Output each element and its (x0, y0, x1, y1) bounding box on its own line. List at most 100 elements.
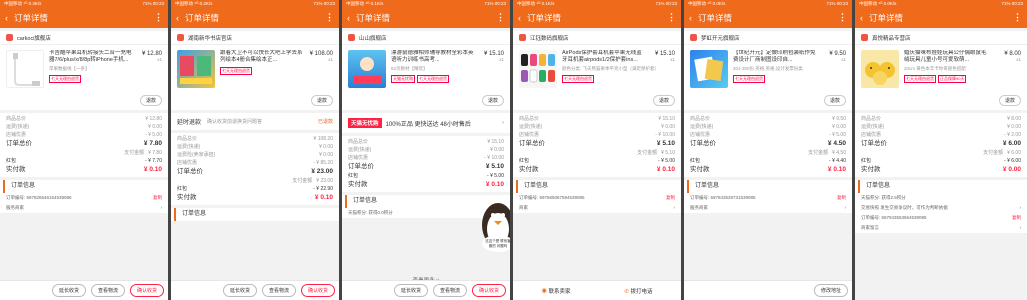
order-total-line: 订单总价 ¥ 23.00 (177, 167, 333, 177)
more-icon[interactable]: ⋮ (838, 12, 847, 23)
order-total-line: 订单总价 ¥ 7.80 (6, 139, 162, 149)
confirm-receipt-button[interactable]: 确认收货 (129, 284, 164, 297)
goods-item[interactable]: 卡吉酷苹果耳机转接头二合一充电器7/6/plus/x/8/8p转iPhone手机… (0, 45, 168, 93)
extra-row[interactable]: 商家留言 › (855, 223, 1027, 233)
back-icon[interactable]: ‹ (689, 13, 692, 23)
snapshot-row[interactable]: 交易快照 发生交易争议时，可作为判断依据 › (855, 203, 1027, 213)
red-packet-line: 红包 - ¥ 5.00 (519, 157, 675, 165)
goods-item[interactable]: 婚庆猫咪布娃娃玩具公仔偶眼鼠毛绒玩具儿童小号可爱软萌... 20cm 黄色本丰卡… (855, 45, 1027, 93)
copy-button[interactable]: 复制 (666, 193, 675, 203)
summary-line: 运费险(卖家承担) ¥ 0.00 (177, 151, 333, 159)
extra-row[interactable]: 商家 › (513, 203, 681, 213)
line-label: 店铺优惠 (519, 132, 540, 138)
more-icon[interactable]: ⋮ (496, 12, 505, 23)
copy-button[interactable]: 复制 (837, 193, 846, 203)
shop-row[interactable]: 梦虹开元旗舰店 (684, 31, 852, 45)
shop-name: 江钰数码旗舰店 (530, 35, 569, 42)
view-logistics-button[interactable]: 查看物流 (432, 284, 467, 297)
points-value: 获得0.0积分 (368, 210, 393, 215)
confirm-receipt-button[interactable]: 确认收货 (471, 284, 506, 297)
view-logistics-button[interactable]: 查看物流 (90, 284, 125, 297)
shop-row[interactable]: 山山旗舰店 (342, 31, 510, 45)
price-summary: 商品总价 ¥ 15.10 运费(快递) ¥ 0.00 店铺优惠 - ¥ 10.00 订… (513, 113, 681, 177)
summary-line: 运费(快递) ¥ 0.00 (861, 123, 1021, 131)
goods-tag: 七天无理由退货 (904, 75, 936, 83)
extend-receipt-button[interactable]: 延长收货 (222, 284, 257, 297)
line-label: 订单总价 (348, 163, 374, 170)
more-icon[interactable]: ⋮ (667, 12, 676, 23)
red-packet-line: 红包 - ¥ 22.90 (177, 185, 333, 193)
back-icon[interactable]: ‹ (518, 13, 521, 23)
paid-value: ¥ 0.10 (485, 181, 504, 188)
extra-row[interactable]: 服务商家 › (0, 203, 168, 213)
back-icon[interactable]: ‹ (176, 13, 179, 23)
confirm-receipt-button[interactable]: 确认收货 (300, 284, 335, 297)
extra-row[interactable]: 服务商家 › (684, 203, 852, 213)
modify-address-button[interactable]: 修改地址 (813, 284, 848, 297)
summary-line: 店铺优惠 - ¥ 10.00 (519, 131, 675, 139)
refund-button[interactable]: 退款 (652, 95, 675, 106)
goods-spec: 20cm 黄色本丰卡你哥颜色搭配 (904, 66, 966, 71)
back-icon[interactable]: ‹ (5, 13, 8, 23)
view-logistics-button[interactable]: 查看物流 (261, 284, 296, 297)
refund-notice[interactable]: 延时退款 确认收货前退换货问题答 已退款 (171, 113, 339, 130)
summary-line: 店铺优惠 - ¥ 5.00 (690, 131, 846, 139)
extend-receipt-button[interactable]: 延长收货 (393, 284, 428, 297)
summary-line: 运费(快递) ¥ 0.00 (690, 123, 846, 131)
shop-row[interactable]: 江钰数码旗舰店 (513, 31, 681, 45)
contact-seller-button[interactable]: ◉ 联系卖家 (541, 287, 570, 295)
line-label: 实付款 (177, 194, 197, 201)
copy-button[interactable]: 复制 (153, 193, 162, 203)
shop-row[interactable]: 湖南新华书店官店 (171, 31, 339, 45)
line-value: ¥ 0.00 (1007, 124, 1021, 130)
refund-button[interactable]: 退款 (998, 95, 1021, 106)
line-label: 店铺优惠 (861, 132, 882, 138)
line-value: ¥ 12.80 (145, 116, 162, 122)
line-value: - ¥ 2.00 (1004, 132, 1021, 138)
goods-card: 梦虹开元旗舰店 【世纪开元】定做印刷包装纸作免费设计厂商制图设印自... 201… (684, 31, 852, 110)
order-info: 订单信息 订单编号: 597565067594539085 复制 商家 › (513, 180, 681, 213)
more-icon[interactable]: ⋮ (325, 12, 334, 23)
more-icon[interactable]: ⋮ (154, 12, 163, 23)
bottom-action-bar: 延长收货 查看物流 确认收货 (342, 280, 510, 300)
refund-button[interactable]: 退款 (823, 95, 846, 106)
call-phone-button[interactable]: ✆ 拨打电话 (624, 287, 652, 295)
line-label: 实付款 (861, 166, 881, 173)
shop-row[interactable]: carkoci旗舰店 (0, 31, 168, 45)
summary-line: 店铺优惠 - ¥ 85.20 (177, 159, 333, 167)
line-label: 运费(快递) (861, 124, 885, 130)
order-detail-panel-4: 中国移动 ⁴ᴳ 0.1K/s 71% 00:23 ‹ 订单详情 ⋮ 江钰数码旗舰店… (513, 0, 681, 300)
line-label: 支付金额 (292, 178, 313, 184)
copy-button[interactable]: 复制 (1012, 213, 1021, 223)
back-icon[interactable]: ‹ (860, 13, 863, 23)
cable-image (13, 53, 40, 86)
chevron-right-icon: › (1019, 205, 1022, 210)
chevron-right-icon: › (1019, 225, 1022, 230)
paid-line: 实付款 ¥ 0.10 (6, 165, 162, 175)
refund-button[interactable]: 退款 (139, 95, 162, 106)
section-title: 订单信息 (687, 180, 852, 193)
line-value: ¥ 0.00 (148, 124, 162, 130)
line-value: ¥ 4.50 (832, 150, 846, 156)
goods-item[interactable]: AirPods保护套耳机套苹果无线蓝牙耳机套airpods1/2保护套ins..… (513, 45, 681, 93)
goods-item[interactable]: 漂游鼠德雅帕师辅导教材全彩本英语听力训练书高考... 82页教材【精装】 天猫无… (342, 45, 510, 93)
goods-item[interactable]: 跟着大卫不可以快长大吧上学去系列绘本4册合集绘本正... 七天无理由退货 ¥ 1… (171, 45, 339, 93)
battery-time: 71% 00:23 (313, 1, 335, 6)
back-icon[interactable]: ‹ (347, 13, 350, 23)
line-label: 订单总价 (519, 140, 545, 147)
extend-receipt-button[interactable]: 延长收货 (51, 284, 86, 297)
line-label: 红包 (861, 158, 872, 164)
paid-value: ¥ 0.00 (1002, 166, 1021, 173)
snapshot-label: 交易快照 (861, 205, 879, 210)
refund-button[interactable]: 退款 (481, 95, 504, 106)
line-label: 红包 (177, 186, 188, 192)
carrier-text: 中国移动 ⁴ᴳ 0.2K/s (175, 1, 213, 6)
order-total-line: 订单总价 ¥ 5.10 (519, 139, 675, 149)
refund-button[interactable]: 退款 (310, 95, 333, 106)
goods-item[interactable]: 【世纪开元】定做印刷包装纸作免费设计厂商制图设印自... 201-300份,英格… (684, 45, 852, 93)
more-icon[interactable]: ⋮ (1013, 12, 1022, 23)
tmall-guarantee[interactable]: 天猫无忧购 100%正品 更快送达 48小时售后 › (342, 113, 510, 133)
mascot-bubble: 这这个是 联系客服的 问题吗 (482, 235, 510, 252)
shop-icon (6, 34, 13, 41)
shop-row[interactable]: 真悦精品专营店 (855, 31, 1027, 45)
